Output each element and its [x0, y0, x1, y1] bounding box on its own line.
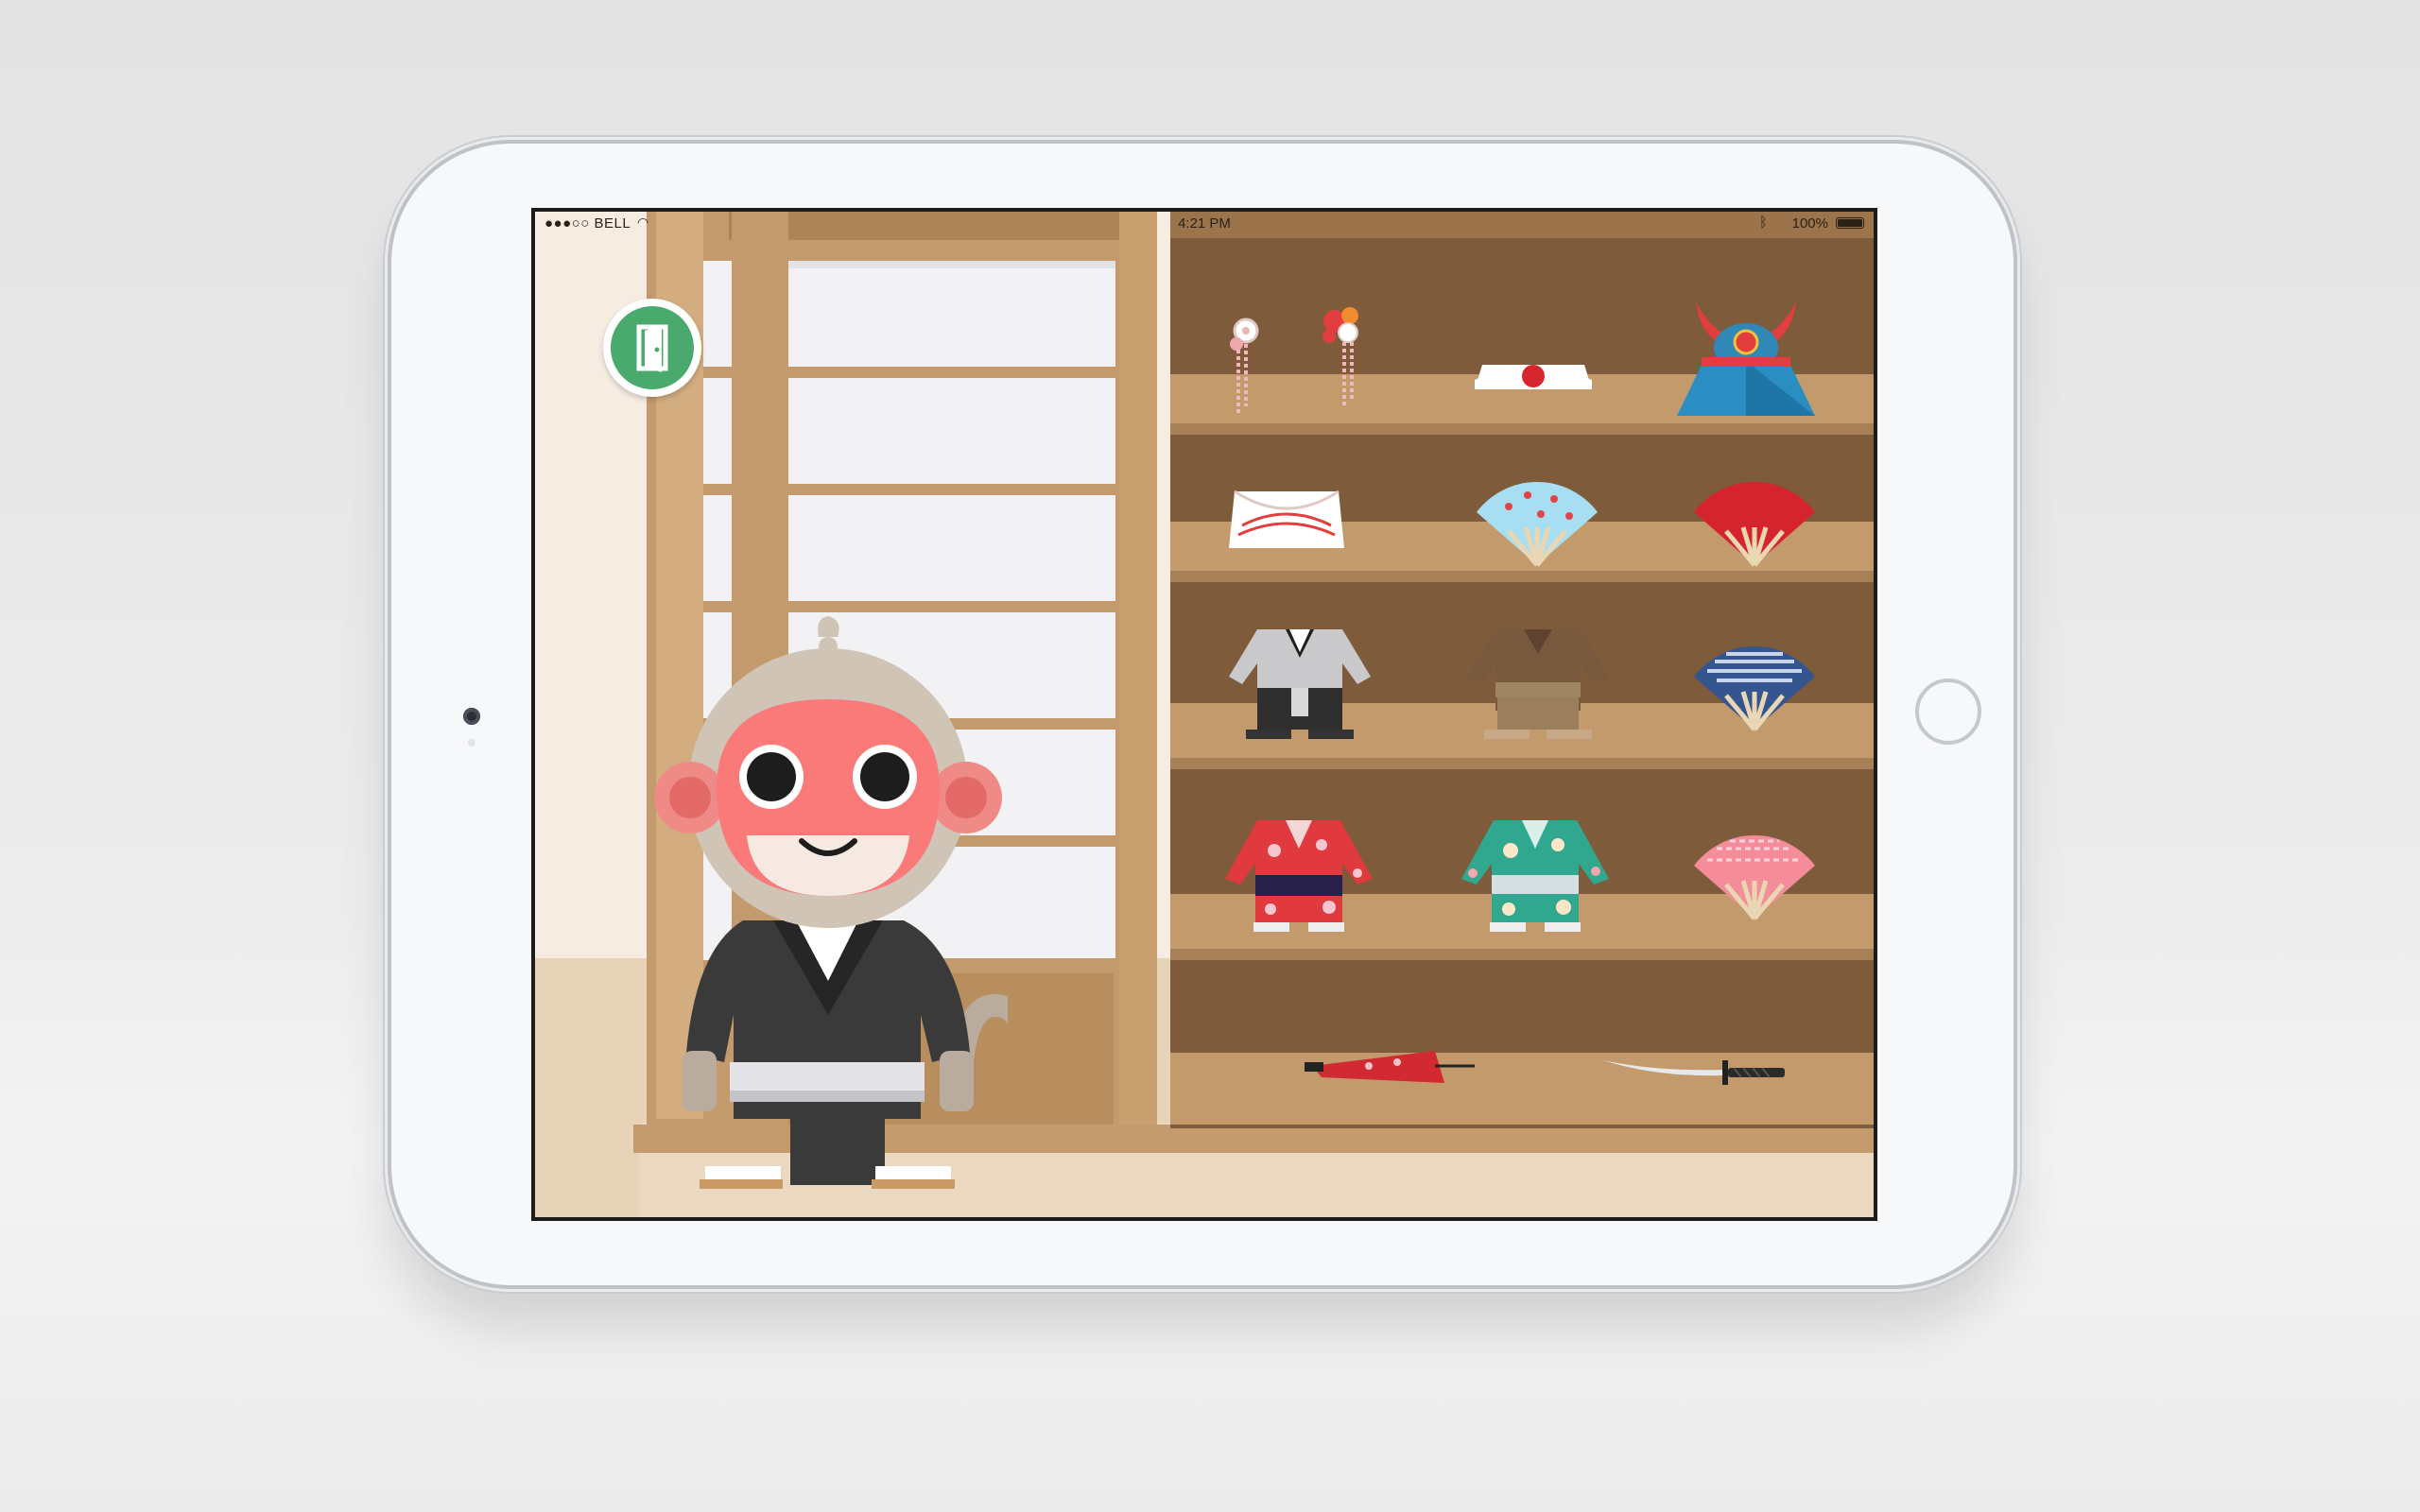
- dress-up-scene: ●●●○○ BELL ◠ 4:21 PM ᛒ 100%: [535, 212, 1874, 1217]
- fan-navy-pattern-item[interactable]: [1688, 643, 1821, 737]
- device-screen: ●●●○○ BELL ◠ 4:21 PM ᛒ 100%: [531, 208, 1877, 1221]
- tenugui-headband-item[interactable]: [1225, 488, 1348, 550]
- fan-pink-item[interactable]: [1688, 832, 1821, 926]
- camera-sensor: [468, 739, 475, 747]
- bluetooth-icon: ᛒ: [1758, 215, 1768, 231]
- exit-door-icon: [636, 324, 668, 372]
- monkey-character[interactable]: [648, 609, 1008, 1194]
- exit-button[interactable]: [603, 299, 701, 397]
- status-time: 4:21 PM: [1178, 215, 1231, 232]
- outfit-brown-item[interactable]: [1458, 620, 1618, 741]
- home-button[interactable]: [1915, 679, 1981, 745]
- kimono-teal-item[interactable]: [1452, 813, 1618, 936]
- hairpin-white-item[interactable]: [1218, 316, 1274, 420]
- battery-percent: 100%: [1791, 215, 1828, 232]
- samurai-helmet-item[interactable]: [1675, 295, 1817, 423]
- fan-blue-item[interactable]: [1471, 478, 1603, 573]
- parasol-red-item[interactable]: [1303, 1045, 1477, 1092]
- katana-sword-item[interactable]: [1599, 1051, 1789, 1089]
- front-camera: [463, 708, 480, 725]
- outfit-grey-hakama-item[interactable]: [1219, 620, 1380, 741]
- hairpin-red-item[interactable]: [1312, 302, 1378, 416]
- hachimaki-headband-item[interactable]: [1469, 352, 1598, 393]
- battery-icon: [1836, 217, 1864, 229]
- status-bar: ●●●○○ BELL ◠ 4:21 PM ᛒ 100%: [535, 212, 1874, 234]
- kimono-red-item[interactable]: [1216, 813, 1382, 936]
- fan-red-item[interactable]: [1688, 478, 1821, 573]
